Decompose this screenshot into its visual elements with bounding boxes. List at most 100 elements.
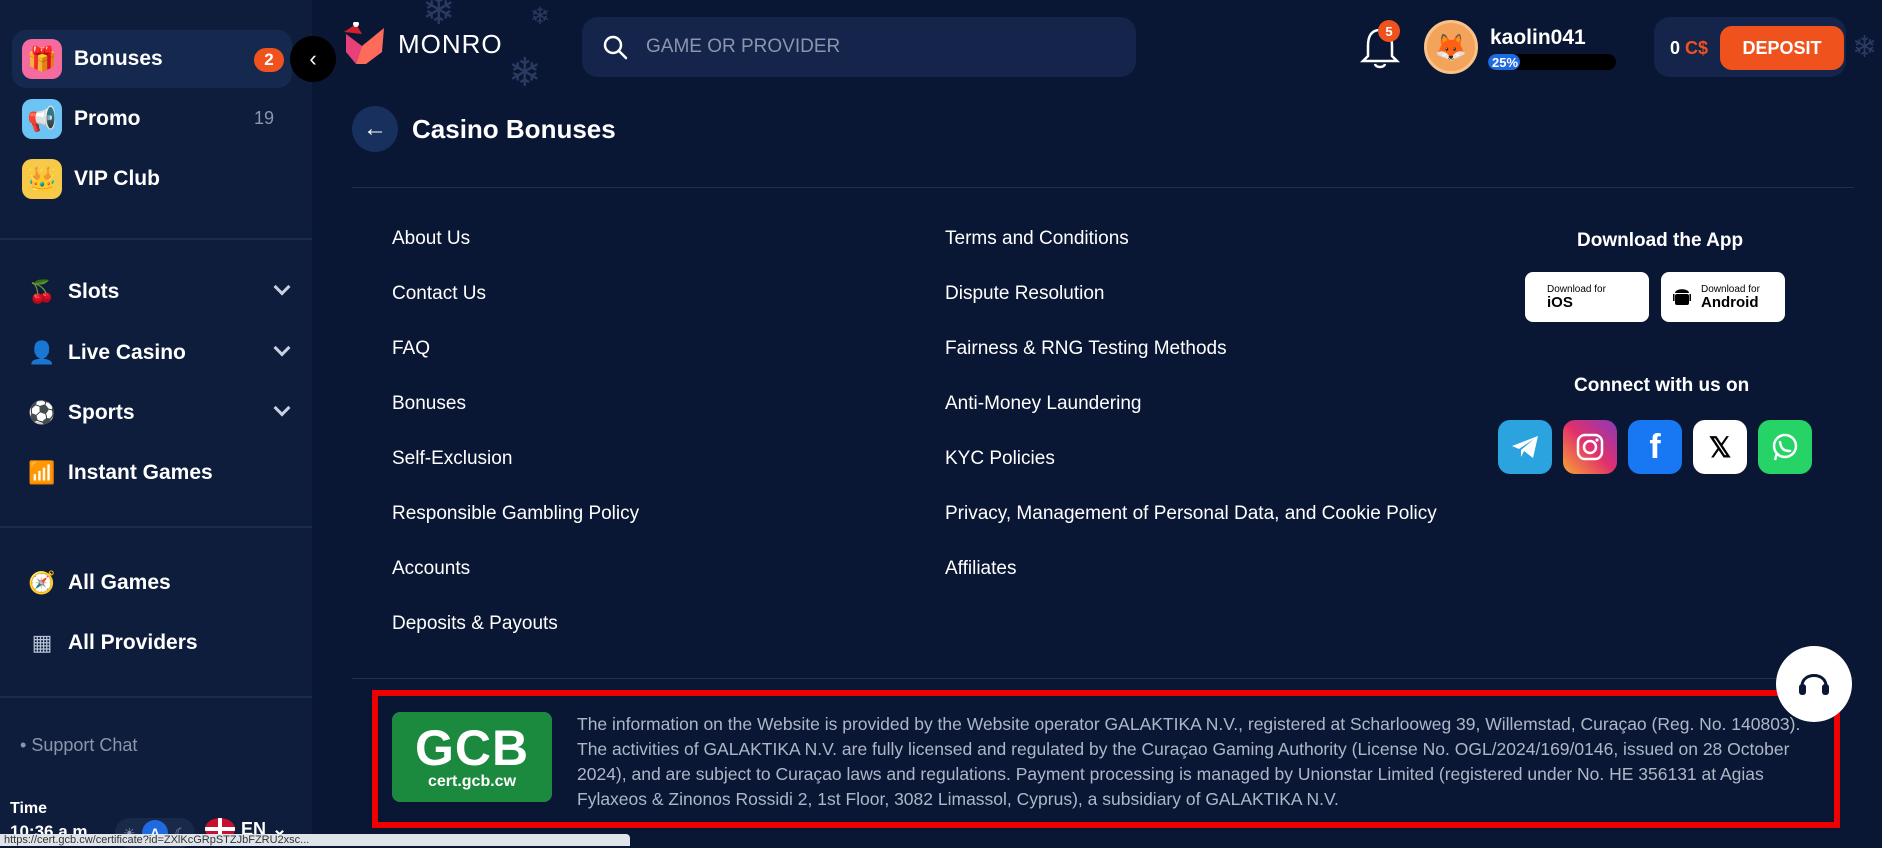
balance-amount: 0 <box>1670 38 1681 58</box>
snowflake-icon: ❄ <box>530 3 551 30</box>
telegram-button[interactable] <box>1498 420 1552 474</box>
telegram-icon <box>1512 436 1538 458</box>
footer-link[interactable]: Bonuses <box>392 393 639 448</box>
footer-link[interactable]: KYC Policies <box>945 448 1437 503</box>
sidebar-item-label: Promo <box>74 107 141 130</box>
level-progress-bar: 25% <box>1488 54 1616 70</box>
footer-link[interactable]: Terms and Conditions <box>945 228 1437 283</box>
android-icon <box>1673 289 1691 305</box>
connect-title: Connect with us on <box>1574 375 1750 396</box>
footer-link[interactable]: Responsible Gambling Policy <box>392 503 639 558</box>
search-icon <box>603 35 628 60</box>
megaphone-icon: 📢 <box>22 99 62 139</box>
sidebar-item-promo[interactable]: 📢 Promo 19 <box>12 90 292 148</box>
support-chat-label: Support Chat <box>31 735 138 755</box>
footer-link[interactable]: Anti-Money Laundering <box>945 393 1437 448</box>
brand-logo[interactable]: MONRO <box>342 22 503 66</box>
chevron-down-icon <box>273 278 291 296</box>
support-chat-button[interactable] <box>1776 646 1852 722</box>
ios-download-button[interactable]: Download for iOS <box>1525 272 1649 322</box>
footer-links-column-2: Terms and Conditions Dispute Resolution Fa… <box>945 228 1437 613</box>
gcb-certificate-badge[interactable]: GCB cert.gcb.cw <box>392 712 552 802</box>
footer-link[interactable]: Self-Exclusion <box>392 448 639 503</box>
facebook-icon: f <box>1649 427 1661 466</box>
chart-bars-icon: 📶 <box>28 460 56 485</box>
chevron-down-icon <box>273 399 291 417</box>
notification-badge: 5 <box>1378 20 1400 42</box>
sidebar-divider <box>0 238 312 240</box>
footer-link[interactable]: Fairness & RNG Testing Methods <box>945 338 1437 393</box>
search-bar[interactable] <box>582 17 1136 77</box>
avatar[interactable]: 🦊 <box>1424 20 1478 74</box>
promo-count: 19 <box>253 108 274 128</box>
footer-link[interactable]: About Us <box>392 228 639 283</box>
snowflake-icon: ❄ <box>508 51 542 95</box>
category-label: Instant Games <box>68 461 213 484</box>
grid-icon: ▦ <box>31 630 53 655</box>
gift-icon: 🎁 <box>22 39 62 79</box>
search-input[interactable] <box>646 36 1106 58</box>
ios-big-label: iOS <box>1547 294 1573 311</box>
ball-icon: ⚽ <box>28 400 56 425</box>
sidebar-category-instant-games[interactable]: 📶 Instant Games <box>28 453 288 493</box>
footer-link[interactable]: Deposits & Payouts <box>392 613 639 668</box>
link-label: All Games <box>68 571 171 594</box>
facebook-button[interactable]: f <box>1628 420 1682 474</box>
x-icon: 𝕏 <box>1708 431 1732 463</box>
balance[interactable]: 0 C$ <box>1670 38 1708 59</box>
fox-avatar-icon: 🦊 <box>1434 31 1468 62</box>
back-button[interactable]: ← <box>352 106 398 152</box>
username[interactable]: kaolin041 <box>1490 26 1586 50</box>
deposit-button[interactable]: DEPOSIT <box>1720 26 1844 70</box>
sidebar-top-menu: 🎁 Bonuses 2 📢 Promo 19 👑 VIP Club <box>12 30 292 210</box>
footer-links-column-1: About Us Contact Us FAQ Bonuses Self-Exclusi… <box>392 228 639 668</box>
footer-link[interactable]: Privacy, Management of Personal Data, an… <box>945 503 1437 558</box>
footer-link[interactable]: FAQ <box>392 338 639 393</box>
sidebar-item-all-games[interactable]: 🧭 All Games <box>28 563 288 603</box>
sidebar-category-sports[interactable]: ⚽ Sports <box>28 393 291 433</box>
balance-currency: C$ <box>1685 38 1709 58</box>
dealer-icon: 👤 <box>28 340 56 365</box>
support-chat-link[interactable]: • Support Chat <box>20 735 137 756</box>
gcb-logo-text: GCB <box>414 720 530 776</box>
time-label: Time <box>10 800 48 817</box>
content-divider <box>352 187 1854 188</box>
sidebar-item-all-providers[interactable]: ▦ All Providers <box>28 623 288 663</box>
bonuses-badge: 2 <box>254 48 284 72</box>
crown-icon: 👑 <box>22 159 62 199</box>
footer-link[interactable]: Contact Us <box>392 283 639 338</box>
sidebar-category-live-casino[interactable]: 👤 Live Casino <box>28 333 291 373</box>
legal-disclaimer: The information on the Website is provid… <box>577 714 1801 809</box>
chevron-down-icon <box>273 339 291 357</box>
compass-icon: 🧭 <box>28 570 56 595</box>
sidebar-item-label: VIP Club <box>74 167 160 190</box>
sidebar: 🎁 Bonuses 2 📢 Promo 19 👑 VIP Club 🍒 Slot… <box>0 0 312 848</box>
headset-icon <box>1799 674 1829 695</box>
snowflake-icon: ❄ <box>1852 31 1878 64</box>
sidebar-category-slots[interactable]: 🍒 Slots <box>28 272 291 312</box>
android-download-button[interactable]: Download for Android <box>1661 272 1785 322</box>
footer-divider <box>352 678 1854 679</box>
sidebar-collapse-button[interactable]: ‹ <box>290 36 336 82</box>
browser-status-url: https://cert.gcb.cw/certificate?id=ZXlKc… <box>0 834 630 846</box>
level-percent: 25% <box>1492 54 1519 70</box>
chevron-left-icon: ‹ <box>309 46 317 71</box>
x-button[interactable]: 𝕏 <box>1693 420 1747 474</box>
sidebar-item-bonuses[interactable]: 🎁 Bonuses 2 <box>12 30 292 88</box>
whatsapp-button[interactable] <box>1758 420 1812 474</box>
category-label: Live Casino <box>68 341 186 364</box>
cherry-icon: 🍒 <box>28 279 56 304</box>
arrow-left-icon: ← <box>363 115 387 142</box>
instagram-button[interactable] <box>1563 420 1617 474</box>
category-label: Sports <box>68 401 135 424</box>
link-label: All Providers <box>68 631 198 654</box>
android-big-label: Android <box>1701 294 1759 311</box>
category-label: Slots <box>68 280 120 303</box>
brand-name: MONRO <box>398 28 503 59</box>
footer-link[interactable]: Dispute Resolution <box>945 283 1437 338</box>
whatsapp-icon <box>1772 433 1798 461</box>
footer-link[interactable]: Affiliates <box>945 558 1437 613</box>
sidebar-item-vip-club[interactable]: 👑 VIP Club <box>12 150 292 208</box>
footer-link[interactable]: Accounts <box>392 558 639 613</box>
download-app-title: Download the App <box>1577 230 1744 251</box>
